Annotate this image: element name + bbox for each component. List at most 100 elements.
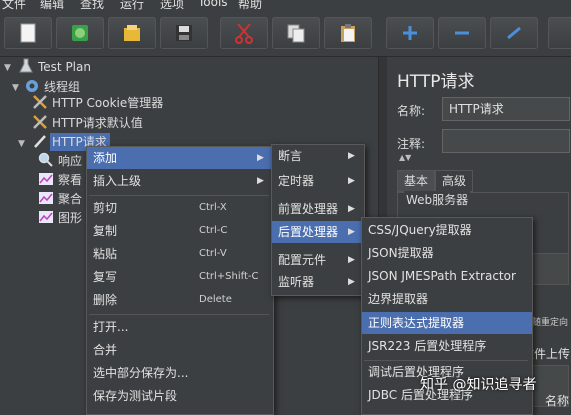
submenu-item-assertions[interactable]: 断言 ▶: [272, 145, 364, 167]
menu-item-add[interactable]: 添加 ▶: [87, 147, 273, 169]
menu-item-label: 删除: [93, 293, 118, 307]
menu-item-duplicate[interactable]: 复写 Ctrl+Shift-C: [87, 266, 273, 288]
menu-item-label: 后置处理器: [278, 225, 339, 239]
cut-button[interactable]: [220, 17, 268, 49]
comment-label: 注释:: [397, 137, 426, 151]
tree-label: HTTP请求默认值: [52, 116, 143, 130]
menu-search[interactable]: 查找: [80, 0, 104, 10]
submenu-item-jsr223-post-processor[interactable]: JSR223 后置处理程序: [362, 335, 532, 357]
expand-icon: [403, 26, 417, 40]
menu-item-label: 插入上级: [93, 174, 142, 188]
save-button[interactable]: [160, 17, 208, 49]
menu-options[interactable]: 选项: [160, 0, 184, 10]
menu-tools[interactable]: Tools: [198, 0, 228, 9]
toggle-button[interactable]: [490, 17, 538, 49]
menu-item-label: 配置元件: [278, 253, 327, 267]
copy-icon: [287, 24, 305, 43]
toolbar: [0, 10, 571, 57]
menu-item-label: 前置处理器: [278, 202, 339, 216]
tree-node-child[interactable]: 察看: [38, 170, 82, 190]
menu-item-delete[interactable]: 删除 Delete: [87, 289, 273, 311]
menu-item-paste[interactable]: 粘贴 Ctrl-V: [87, 243, 273, 265]
menu-run[interactable]: 运行: [120, 0, 144, 10]
collapse-arrow-icon[interactable]: ▼: [18, 139, 25, 149]
tab-basic[interactable]: 基本: [397, 170, 436, 192]
tab-advanced[interactable]: 高级: [435, 170, 474, 192]
wrench-icon: [33, 95, 47, 109]
tree-node-child[interactable]: 响应: [38, 151, 82, 171]
submenu-item-json-jmespath-extractor[interactable]: JSON JMESPath Extractor: [362, 265, 532, 287]
submenu-item-listeners[interactable]: 监听器 ▶: [272, 271, 364, 293]
listener-icon: [39, 173, 53, 185]
redirect-checkbox-label[interactable]: 随重定向: [532, 315, 568, 328]
submenu-item-timers[interactable]: 定时器 ▶: [272, 170, 364, 192]
menu-item-label: 粘贴: [93, 247, 118, 261]
submenu-arrow-icon: ▶: [348, 227, 355, 237]
menu-item-copy[interactable]: 复制 Ctrl-C: [87, 220, 273, 242]
submenu-arrow-icon: ▶: [257, 176, 264, 186]
tree-node-cookie-manager[interactable]: HTTP Cookie管理器: [32, 93, 163, 113]
toolbar-overflow-button[interactable]: [548, 17, 571, 49]
add-submenu: 断言 ▶ 定时器 ▶ 前置处理器 ▶ 后置处理器 ▶ 配置元件 ▶ 监听器 ▶: [271, 144, 365, 296]
menu-edit[interactable]: 编辑: [40, 0, 64, 10]
menu-separator: [89, 314, 269, 315]
submenu-item-regex-extractor[interactable]: 正则表达式提取器: [362, 312, 532, 334]
name-column-header: 名称: [545, 394, 570, 408]
submenu-arrow-icon: ▶: [348, 151, 355, 161]
menu-item-open[interactable]: 打开...: [87, 316, 273, 338]
tree-label: 聚合: [58, 192, 83, 206]
templates-icon: [72, 25, 88, 41]
menu-item-save-selection-as[interactable]: 选中部分保存为...: [87, 362, 273, 384]
menu-item-label: 边界提取器: [368, 292, 429, 306]
tree-label: Test Plan: [38, 60, 91, 74]
menu-separator: [89, 195, 269, 196]
submenu-item-config-elements[interactable]: 配置元件 ▶: [272, 249, 364, 271]
menu-item-cut[interactable]: 剪切 Ctrl-X: [87, 197, 273, 219]
menu-item-label: 监听器: [278, 275, 315, 289]
open-button[interactable]: [108, 17, 156, 49]
paste-button[interactable]: [324, 17, 372, 49]
submenu-arrow-icon: ▶: [348, 255, 355, 265]
menu-item-label: 添加: [93, 151, 118, 165]
toggle-icon: [507, 26, 521, 40]
menu-file[interactable]: 文件: [2, 0, 26, 10]
submenu-item-boundary-extractor[interactable]: 边界提取器: [362, 288, 532, 310]
templates-button[interactable]: [56, 17, 104, 49]
menu-item-save-as-test-fragment[interactable]: 保存为测试片段: [87, 385, 273, 407]
submenu-item-post-processors[interactable]: 后置处理器 ▶: [272, 221, 364, 243]
submenu-arrow-icon: ▶: [257, 153, 264, 163]
menu-item-label: 定时器: [278, 174, 315, 188]
splitter-arrows-icon[interactable]: ▲▼: [399, 153, 411, 162]
tree-node-request-defaults[interactable]: HTTP请求默认值: [32, 113, 143, 133]
copy-button[interactable]: [272, 17, 320, 49]
menu-item-insert-parent[interactable]: 插入上级 ▶: [87, 170, 273, 192]
menu-item-label: 保存为测试片段: [93, 389, 178, 403]
collapse-arrow-icon[interactable]: ▼: [12, 83, 19, 93]
submenu-item-css-jquery-extractor[interactable]: CSS/JQuery提取器: [362, 219, 532, 241]
submenu-arrow-icon: ▶: [348, 277, 355, 287]
tree-node-test-plan[interactable]: Test Plan: [18, 57, 91, 77]
comment-field[interactable]: [442, 129, 570, 153]
paste-icon: [341, 24, 355, 42]
tree-label: 察看: [58, 173, 83, 187]
menu-item-label: 复制: [93, 224, 118, 238]
menu-item-label: 断言: [278, 149, 303, 163]
open-icon: [124, 25, 140, 41]
name-label: 名称:: [397, 104, 426, 118]
submenu-item-json-extractor[interactable]: JSON提取器: [362, 242, 532, 264]
menu-item-shortcut: Ctrl-X: [199, 202, 227, 213]
context-menu: 添加 ▶ 插入上级 ▶ 剪切 Ctrl-X 复制 Ctrl-C 粘贴 Ctrl-…: [86, 146, 274, 415]
tree-node-child[interactable]: 聚合: [38, 189, 82, 209]
expand-button[interactable]: [386, 17, 434, 49]
menu-item-label: 正则表达式提取器: [368, 316, 465, 330]
menu-help[interactable]: 帮助: [238, 0, 262, 10]
menu-item-label: JSON提取器: [368, 246, 434, 260]
submenu-item-pre-processors[interactable]: 前置处理器 ▶: [272, 198, 364, 220]
name-field[interactable]: HTTP请求: [442, 97, 570, 121]
menu-item-shortcut: Delete: [199, 294, 232, 305]
new-button[interactable]: [4, 17, 52, 49]
collapse-button[interactable]: [438, 17, 486, 49]
tree-node-child[interactable]: 图形: [38, 208, 82, 228]
menu-item-merge[interactable]: 合并: [87, 339, 273, 361]
collapse-arrow-icon[interactable]: ▼: [4, 63, 11, 73]
